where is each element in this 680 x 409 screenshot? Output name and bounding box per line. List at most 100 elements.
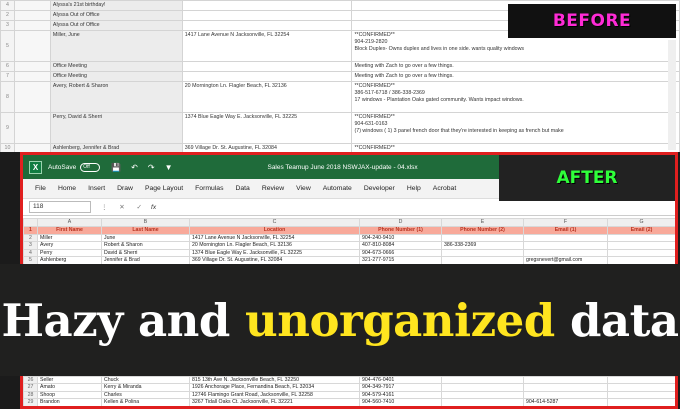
column-header[interactable]: E bbox=[441, 218, 524, 227]
menu-item-acrobat[interactable]: Acrobat bbox=[433, 185, 456, 192]
header-cell[interactable]: Email (2) bbox=[607, 226, 675, 235]
cell[interactable] bbox=[607, 248, 675, 258]
cell[interactable] bbox=[13, 71, 51, 82]
row-number[interactable]: 4 bbox=[0, 0, 15, 11]
cell[interactable] bbox=[523, 376, 608, 385]
cell[interactable]: 815 13th Ave N. Jacksonville Beach, FL 3… bbox=[189, 376, 360, 385]
cell[interactable]: Alyssa's 21st birthday! bbox=[49, 0, 183, 11]
cell[interactable]: 20 Mornington Ln. Flagler Beach, FL 3213… bbox=[189, 241, 360, 250]
cell[interactable] bbox=[441, 376, 524, 385]
row-number[interactable]: 7 bbox=[0, 71, 15, 82]
row-number[interactable]: 2 bbox=[0, 10, 15, 21]
cell[interactable]: Robert & Sharon bbox=[101, 241, 190, 250]
cell[interactable] bbox=[441, 383, 524, 392]
cell[interactable]: 20 Mornington Ln. Flagler Beach, FL 3213… bbox=[181, 81, 353, 113]
cell[interactable]: 407-810-8084 bbox=[359, 241, 442, 250]
row-number[interactable]: 5 bbox=[0, 30, 15, 62]
cell[interactable]: Perry bbox=[37, 248, 102, 258]
cell[interactable]: 12746 Flamingo Grant Road, Jacksonville,… bbox=[189, 390, 360, 400]
cell[interactable]: June bbox=[101, 233, 190, 243]
cell[interactable]: Miller, June bbox=[49, 30, 183, 62]
menu-item-formulas[interactable]: Formulas bbox=[195, 185, 223, 192]
spreadsheet-tail[interactable]: 26 Seller Chuck 815 13th Ave N. Jacksonvill… bbox=[23, 376, 675, 406]
cell[interactable] bbox=[13, 10, 51, 21]
filter-icon[interactable]: ▼ bbox=[165, 163, 173, 172]
header-cell[interactable]: Email (1) bbox=[523, 226, 608, 235]
cell[interactable]: 369 Village Dr. St. Augustine, FL 32084 bbox=[181, 143, 353, 152]
cell[interactable]: Brandon bbox=[37, 398, 102, 406]
column-header[interactable]: G bbox=[607, 218, 675, 227]
cell[interactable]: 904-349-7917 bbox=[359, 383, 442, 392]
cell[interactable]: David & Sherri bbox=[101, 248, 190, 258]
row-number[interactable]: 29 bbox=[23, 398, 38, 406]
header-cell[interactable]: Phone Number (2) bbox=[441, 226, 524, 235]
row-number[interactable]: 1 bbox=[23, 226, 38, 235]
select-all-corner[interactable] bbox=[23, 218, 38, 227]
menu-item-developer[interactable]: Developer bbox=[364, 185, 395, 192]
cancel-confirm-icons[interactable]: ⋮ ✕ ✓ bbox=[101, 203, 147, 211]
column-header[interactable]: C bbox=[189, 218, 360, 227]
cell[interactable]: Chuck bbox=[101, 376, 190, 385]
cell[interactable] bbox=[523, 241, 608, 250]
cell[interactable]: **CONFIRMED** bbox=[351, 143, 680, 152]
cell[interactable]: 1926 Anchorage Place, Fernandina Beach, … bbox=[189, 383, 360, 392]
cell[interactable] bbox=[523, 383, 608, 392]
cell[interactable]: Miller bbox=[37, 233, 102, 243]
menu-item-help[interactable]: Help bbox=[407, 185, 421, 192]
undo-icon[interactable]: ↶ bbox=[131, 163, 138, 172]
cell[interactable]: 904-240-9410 bbox=[359, 233, 442, 243]
name-box[interactable]: 118 bbox=[29, 201, 91, 213]
cell[interactable]: Kerry & Miranda bbox=[101, 383, 190, 392]
row-number[interactable]: 9 bbox=[0, 112, 15, 144]
header-cell[interactable]: Last Name bbox=[101, 226, 190, 235]
cell[interactable]: Meeting with Zach to go over a few thing… bbox=[351, 61, 680, 72]
cell[interactable]: 1417 Lane Avenue N Jacksonville, FL 3225… bbox=[189, 233, 360, 243]
cell[interactable]: 1374 Blue Eagle Way E. Jacksonville, FL … bbox=[181, 112, 353, 144]
cell[interactable]: 386-338-2369 bbox=[441, 241, 524, 250]
cell[interactable]: Amato bbox=[37, 383, 102, 392]
cell[interactable] bbox=[607, 390, 675, 400]
row-number[interactable]: 4 bbox=[23, 248, 38, 258]
cell[interactable]: **CONFIRMED** 904-631-0163 (7) windows (… bbox=[351, 112, 680, 144]
cell[interactable] bbox=[13, 20, 51, 31]
cell[interactable] bbox=[441, 398, 524, 406]
cell[interactable] bbox=[13, 81, 51, 113]
cell[interactable] bbox=[13, 30, 51, 62]
autosave-toggle[interactable]: Off bbox=[80, 162, 101, 172]
menu-item-file[interactable]: File bbox=[35, 185, 46, 192]
cell[interactable] bbox=[523, 233, 608, 243]
menu-item-review[interactable]: Review bbox=[262, 185, 284, 192]
cell[interactable] bbox=[441, 233, 524, 243]
cell[interactable] bbox=[607, 233, 675, 243]
cell[interactable] bbox=[181, 71, 353, 82]
column-header[interactable]: A bbox=[37, 218, 102, 227]
menu-item-insert[interactable]: Insert bbox=[88, 185, 105, 192]
row-number[interactable]: 27 bbox=[23, 383, 38, 392]
cell[interactable] bbox=[607, 376, 675, 385]
cell[interactable]: Alyssa Out of Office bbox=[49, 10, 183, 21]
cell[interactable] bbox=[607, 383, 675, 392]
cell[interactable]: 1374 Blue Eagle Way E. Jacksonville, FL … bbox=[189, 248, 360, 258]
cell[interactable] bbox=[441, 248, 524, 258]
cell[interactable]: Shoop bbox=[37, 390, 102, 400]
header-cell[interactable]: Phone Number (1) bbox=[359, 226, 442, 235]
cell[interactable]: Meeting with Zach to go over a few thing… bbox=[351, 71, 680, 82]
cell[interactable]: Kellen & Polina bbox=[101, 398, 190, 406]
cell[interactable]: Alyssa Out of Office bbox=[49, 20, 183, 31]
column-header[interactable]: D bbox=[359, 218, 442, 227]
cell[interactable] bbox=[181, 0, 353, 11]
cell[interactable]: **CONFIRMED** 386-517-6718 / 386-338-236… bbox=[351, 81, 680, 113]
cell[interactable] bbox=[607, 398, 675, 406]
cell[interactable]: 3267 Tidall Oaks Ct. Jacksonville, FL 32… bbox=[189, 398, 360, 406]
cell[interactable]: 904-560-7410 bbox=[359, 398, 442, 406]
redo-icon[interactable]: ↷ bbox=[148, 163, 155, 172]
cell[interactable] bbox=[13, 143, 51, 152]
cell[interactable]: Charles bbox=[101, 390, 190, 400]
row-number[interactable]: 8 bbox=[0, 81, 15, 113]
scrollbar[interactable] bbox=[668, 40, 676, 150]
fx-icon[interactable]: fx bbox=[151, 204, 156, 211]
cell[interactable]: 1417 Lane Avenue N Jacksonville, FL 3225… bbox=[181, 30, 353, 62]
menu-item-draw[interactable]: Draw bbox=[117, 185, 133, 192]
row-number[interactable]: 28 bbox=[23, 390, 38, 400]
cell[interactable]: Avery, Robert & Sharon bbox=[49, 81, 183, 113]
